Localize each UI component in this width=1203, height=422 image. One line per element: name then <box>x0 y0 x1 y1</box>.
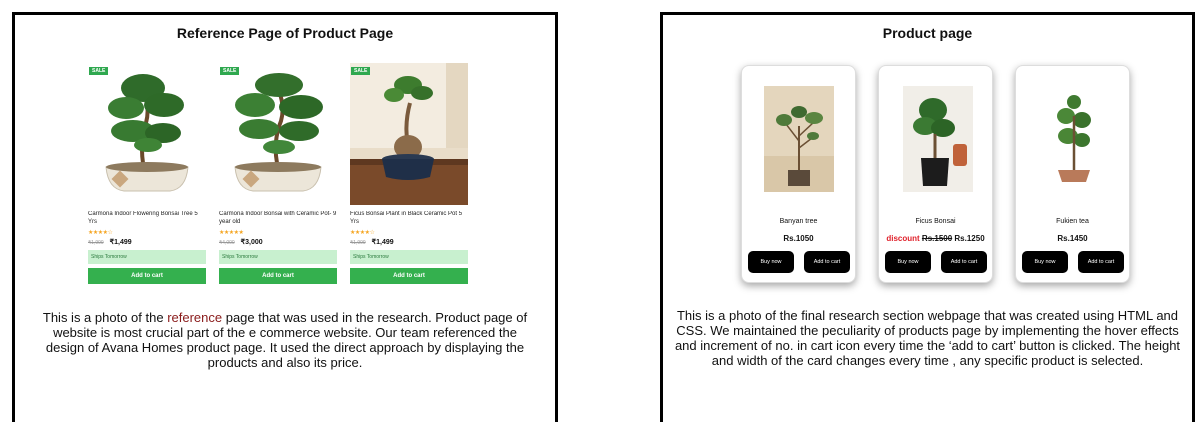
rating-stars: ★★★★☆ <box>88 230 113 236</box>
ref-product-name-2[interactable]: Carmona Indoor Bonsai with Ceramic Pot- … <box>219 211 337 227</box>
created-panel-title: Product page <box>882 25 973 41</box>
reference-panel: Reference Page of Product Page SALE Carm… <box>12 12 558 422</box>
add-to-cart-button[interactable]: Add to cart <box>941 251 987 273</box>
product-buttons: Buy now Add to cart <box>1022 251 1124 273</box>
add-to-cart-button[interactable]: Add to cart <box>219 268 337 284</box>
product-image-banyan <box>764 86 834 192</box>
product-name: Banyan tree <box>779 218 818 225</box>
product-image-ficus <box>903 86 973 192</box>
old-price: ₹1,999 <box>88 240 104 246</box>
rating-stars: ★★★★★ <box>219 230 244 236</box>
add-to-cart-button[interactable]: Add to cart <box>88 268 206 284</box>
ref-product-image-2: SALE <box>219 63 337 205</box>
old-price: ₹1,999 <box>350 240 366 246</box>
sale-price: ₹1,499 <box>371 239 394 246</box>
product-buttons: Buy now Add to cart <box>885 251 987 273</box>
ref-product-prices-2: ₹4,000 ₹3,000 <box>219 238 337 246</box>
product-card-ficus[interactable]: Ficus Bonsai discount Rs.1500 Rs.1250 Bu… <box>878 65 993 283</box>
buy-now-button[interactable]: Buy now <box>1022 251 1068 273</box>
product-price-row: Rs.1050 <box>742 234 855 243</box>
description-highlight: reference <box>167 310 223 325</box>
product-name: Ficus Bonsai <box>915 218 956 225</box>
ref-product-prices-1: ₹1,999 ₹1,499 <box>88 238 206 246</box>
ref-product-name-1[interactable]: Carmona Indoor Flowering Bonsai Tree 5 Y… <box>88 211 206 227</box>
product-price: Rs.1250 <box>954 234 985 243</box>
add-to-cart-button[interactable]: Add to cart <box>804 251 850 273</box>
ref-product-prices-3: ₹1,999 ₹1,499 <box>350 238 468 246</box>
product-price-row: discount Rs.1500 Rs.1250 <box>879 234 992 243</box>
product-price-row: Rs.1450 <box>1016 234 1129 243</box>
ref-product-card-3[interactable]: SALE Ficus Bonsai Plant in Black Ceramic… <box>350 63 468 295</box>
product-card-fukien[interactable]: Fukien tea Rs.1450 Buy now Add to cart <box>1015 65 1130 283</box>
ref-product-card-2[interactable]: SALE Carmona Indoor Bonsai with Ceramic … <box>219 63 337 295</box>
ships-tag: Ships Tomorrow <box>219 250 337 264</box>
sale-price: ₹1,499 <box>109 239 132 246</box>
add-to-cart-button[interactable]: Add to cart <box>350 268 468 284</box>
created-page-panel: Product page Banyan tree Rs.1050 Buy now… <box>660 12 1195 422</box>
discount-label: discount <box>886 234 920 243</box>
ref-product-image-3: SALE <box>350 63 468 205</box>
created-page-description: This is a photo of the final research se… <box>674 308 1181 368</box>
reference-description: This is a photo of the reference page th… <box>15 310 555 370</box>
sale-price: ₹3,000 <box>240 239 263 246</box>
buy-now-button[interactable]: Buy now <box>748 251 794 273</box>
old-price: ₹4,000 <box>219 240 235 246</box>
product-card-banyan[interactable]: Banyan tree Rs.1050 Buy now Add to cart <box>741 65 856 283</box>
rating-stars: ★★★★☆ <box>350 230 375 236</box>
add-to-cart-button[interactable]: Add to cart <box>1078 251 1124 273</box>
reference-panel-title: Reference Page of Product Page <box>176 25 394 41</box>
ref-product-card-1[interactable]: SALE Carmona Indoor Flowering Bonsai Tre… <box>88 63 206 295</box>
ref-product-name-3[interactable]: Ficus Bonsai Plant in Black Ceramic Pot … <box>350 211 468 227</box>
product-image-fukien <box>1038 86 1108 192</box>
product-price: Rs.1050 <box>783 234 814 243</box>
sale-badge: SALE <box>220 67 240 75</box>
product-name: Fukien tea <box>1056 218 1089 225</box>
ships-tag: Ships Tomorrow <box>88 250 206 264</box>
description-text: This is a photo of the <box>42 310 168 325</box>
product-price: Rs.1450 <box>1057 234 1088 243</box>
sale-badge: SALE <box>89 67 109 75</box>
product-buttons: Buy now Add to cart <box>748 251 850 273</box>
old-price: Rs.1500 <box>921 234 953 243</box>
buy-now-button[interactable]: Buy now <box>885 251 931 273</box>
ships-tag: Ships Tomorrow <box>350 250 468 264</box>
ref-product-image-1: SALE <box>88 63 206 205</box>
sale-badge: SALE <box>351 67 371 75</box>
